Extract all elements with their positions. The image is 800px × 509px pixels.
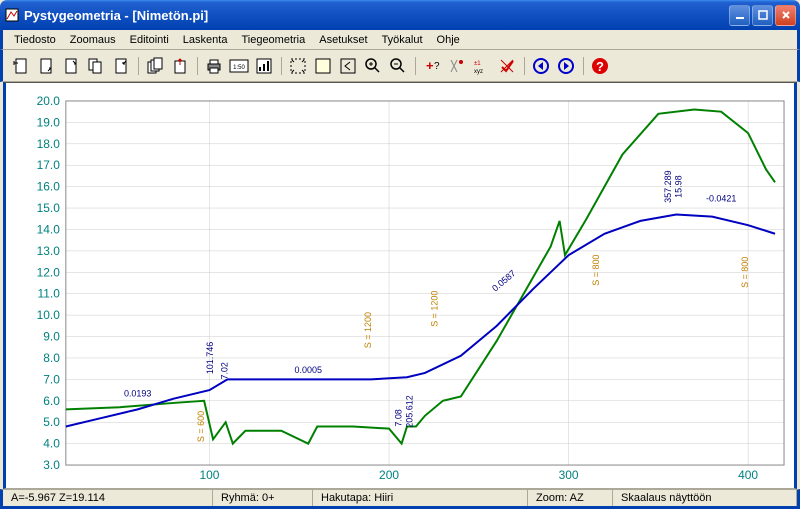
status-search: Hakutapa: Hiiri — [313, 490, 528, 506]
toolbar-separator — [520, 54, 528, 78]
tool-prev-icon[interactable] — [336, 54, 360, 78]
chart-svg: 100 200 300 400 3.0 4.0 5.0 6.0 7.0 8.0 9.0 10.0 11.… — [6, 83, 794, 488]
svg-text:7.0: 7.0 — [43, 372, 60, 386]
svg-text:11.0: 11.0 — [37, 287, 60, 301]
tool-check-icon[interactable] — [495, 54, 519, 78]
tool-moon-icon[interactable] — [311, 54, 335, 78]
svg-text:101.746: 101.746 — [205, 342, 215, 374]
menu-ohje[interactable]: Ohje — [430, 32, 467, 48]
svg-text:100: 100 — [200, 468, 220, 482]
maximize-button[interactable] — [752, 5, 773, 26]
svg-text:3.0: 3.0 — [43, 458, 60, 472]
svg-text:19.0: 19.0 — [37, 115, 61, 129]
svg-text:4.0: 4.0 — [43, 437, 60, 451]
svg-text:xyz: xyz — [474, 69, 483, 75]
toolbar-separator — [579, 54, 587, 78]
svg-text:S = 600: S = 600 — [196, 411, 206, 442]
svg-text:8.0: 8.0 — [43, 351, 60, 365]
svg-text:200: 200 — [379, 468, 399, 482]
menu-tiedosto[interactable]: Tiedosto — [7, 32, 63, 48]
tool-copy-icon[interactable] — [84, 54, 108, 78]
tool-xyz-icon[interactable]: ±1 xyz — [470, 54, 494, 78]
svg-text:13.0: 13.0 — [37, 244, 61, 258]
tool-doc-icon[interactable] — [109, 54, 133, 78]
svg-text:?: ? — [434, 61, 440, 72]
tool-new-icon[interactable] — [9, 54, 33, 78]
tool-xy-icon[interactable] — [445, 54, 469, 78]
svg-text:0.0005: 0.0005 — [295, 365, 322, 375]
tool-save-icon[interactable] — [59, 54, 83, 78]
toolbar-separator — [411, 54, 419, 78]
tool-print-icon[interactable] — [202, 54, 226, 78]
svg-text:S = 800: S = 800 — [740, 257, 750, 288]
menu-zoomaus[interactable]: Zoomaus — [63, 32, 123, 48]
menu-tyokalut[interactable]: Työkalut — [375, 32, 430, 48]
tool-multidoc-icon[interactable] — [143, 54, 167, 78]
toolbar-separator — [277, 54, 285, 78]
tool-stepback-icon[interactable] — [529, 54, 553, 78]
tool-scale-icon[interactable]: 1:50 — [227, 54, 251, 78]
toolbar: 1:50 +? ±1 xyz ? — [0, 50, 800, 82]
tool-addpoint-icon[interactable]: +? — [420, 54, 444, 78]
chart-area[interactable]: 100 200 300 400 3.0 4.0 5.0 6.0 7.0 8.0 9.0 10.0 11.… — [3, 82, 797, 489]
status-coords: A=-5.967 Z=19.114 — [3, 490, 213, 506]
svg-text:7.08: 7.08 — [394, 409, 404, 426]
svg-text:17.0: 17.0 — [37, 158, 61, 172]
svg-text:S = 1200: S = 1200 — [430, 291, 440, 327]
svg-text:5.0: 5.0 — [43, 415, 60, 429]
svg-text:10.0: 10.0 — [37, 308, 61, 322]
tool-fit-icon[interactable] — [286, 54, 310, 78]
svg-text:15.98: 15.98 — [674, 175, 684, 197]
close-button[interactable] — [775, 5, 796, 26]
tool-open-icon[interactable] — [34, 54, 58, 78]
svg-text:300: 300 — [559, 468, 579, 482]
svg-text:6.0: 6.0 — [43, 394, 60, 408]
window-title: Pystygeometria - [Nimetön.pi] — [24, 8, 729, 23]
svg-text:16.0: 16.0 — [37, 180, 61, 194]
svg-text:S = 800: S = 800 — [591, 255, 601, 286]
svg-text:205.612: 205.612 — [404, 395, 414, 427]
svg-text:15.0: 15.0 — [37, 201, 61, 215]
tool-zoomout-icon[interactable] — [386, 54, 410, 78]
status-group: Ryhmä: 0+ — [213, 490, 313, 506]
status-zoom: Zoom: AZ — [528, 490, 613, 506]
svg-text:?: ? — [596, 59, 604, 74]
statusbar: A=-5.967 Z=19.114 Ryhmä: 0+ Hakutapa: Hi… — [0, 489, 800, 509]
svg-text:9.0: 9.0 — [43, 330, 60, 344]
menubar: Tiedosto Zoomaus Editointi Laskenta Tieg… — [0, 30, 800, 50]
svg-text:400: 400 — [738, 468, 758, 482]
svg-text:18.0: 18.0 — [37, 137, 61, 151]
svg-text:14.0: 14.0 — [37, 222, 61, 236]
svg-text:+: + — [426, 58, 434, 73]
minimize-button[interactable] — [729, 5, 750, 26]
svg-text:357.289: 357.289 — [663, 170, 673, 202]
tool-help-icon[interactable]: ? — [588, 54, 612, 78]
menu-tiegeometria[interactable]: Tiegeometria — [234, 32, 312, 48]
svg-text:±1: ±1 — [474, 61, 481, 67]
tool-plot-icon[interactable] — [252, 54, 276, 78]
tool-stepfwd-icon[interactable] — [554, 54, 578, 78]
tool-zoomin-icon[interactable] — [361, 54, 385, 78]
svg-text:0.0193: 0.0193 — [124, 389, 151, 399]
svg-text:0.0587: 0.0587 — [490, 268, 517, 293]
status-scale: Skaalaus näyttöön — [613, 490, 797, 506]
svg-text:S = 1200: S = 1200 — [363, 312, 373, 348]
svg-text:12.0: 12.0 — [37, 265, 61, 279]
svg-text:1:50: 1:50 — [233, 65, 245, 71]
svg-text:20.0: 20.0 — [37, 94, 61, 108]
toolbar-separator — [134, 54, 142, 78]
svg-text:-0.0421: -0.0421 — [706, 194, 736, 204]
menu-asetukset[interactable]: Asetukset — [312, 32, 374, 48]
titlebar[interactable]: Pystygeometria - [Nimetön.pi] — [0, 0, 800, 30]
menu-editointi[interactable]: Editointi — [123, 32, 176, 48]
toolbar-separator — [193, 54, 201, 78]
app-icon — [4, 7, 20, 23]
svg-text:7.02: 7.02 — [219, 362, 229, 379]
tool-export-icon[interactable] — [168, 54, 192, 78]
menu-laskenta[interactable]: Laskenta — [176, 32, 235, 48]
